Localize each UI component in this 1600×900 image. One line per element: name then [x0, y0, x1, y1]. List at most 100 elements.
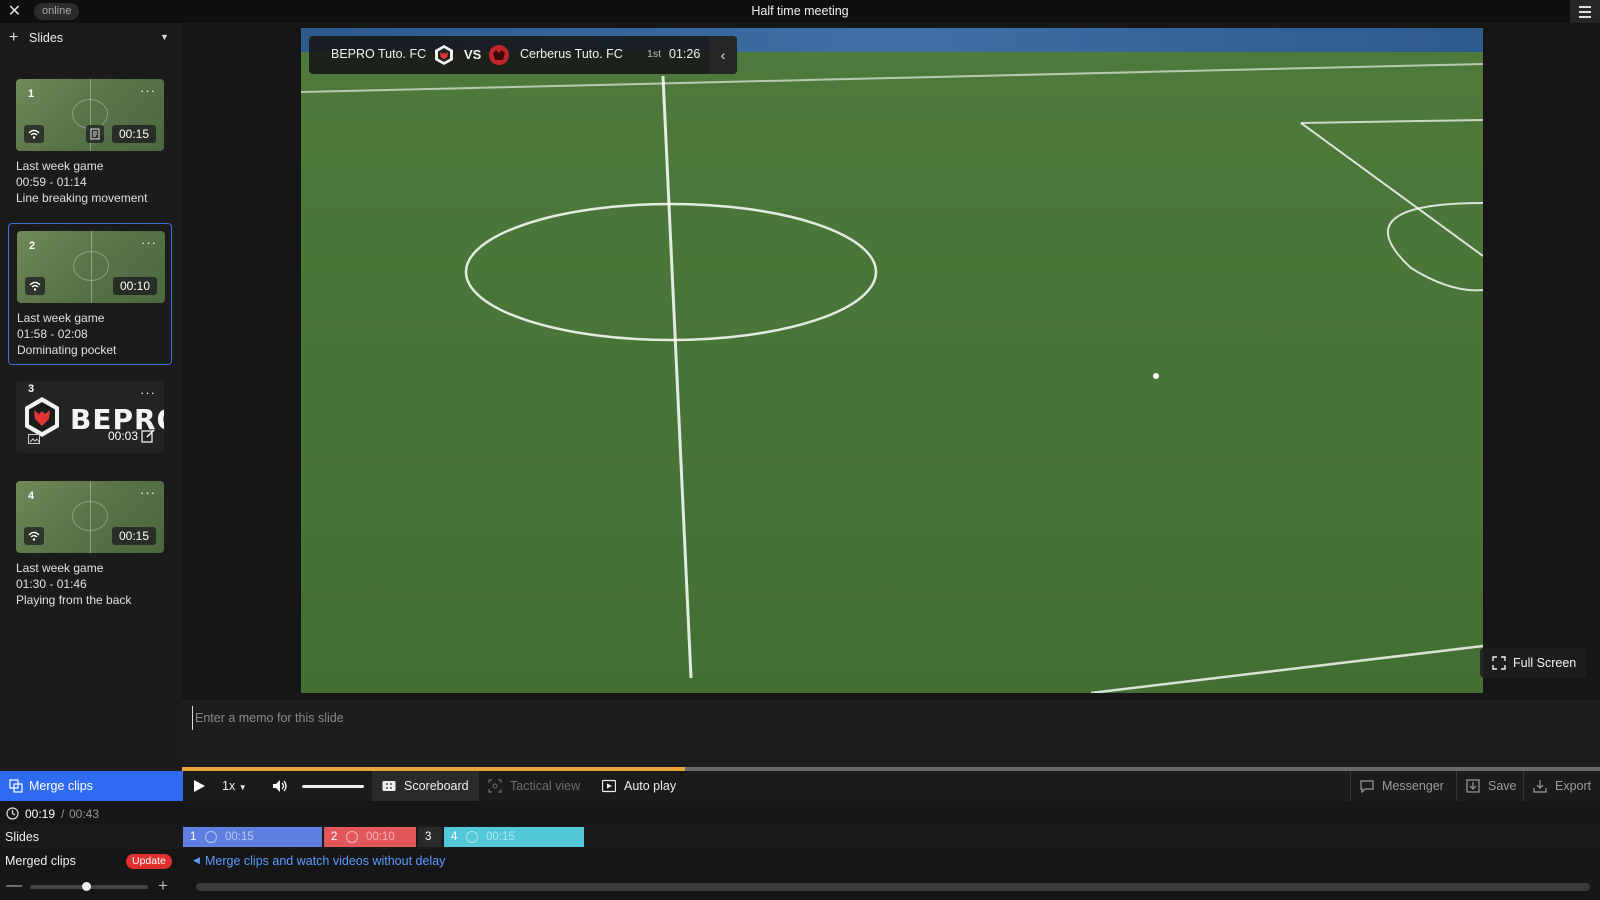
- volume-button[interactable]: [270, 771, 290, 801]
- tactical-view-icon: [488, 779, 502, 793]
- export-label: Export: [1555, 779, 1592, 793]
- segment-number: 2: [331, 831, 338, 843]
- more-options-icon[interactable]: ···: [140, 485, 156, 500]
- auto-play-icon: [602, 779, 616, 793]
- slide-thumbnail[interactable]: BEPRO 3 ··· 00:03: [16, 381, 164, 453]
- slide-number: 1: [28, 88, 35, 100]
- merged-clips-label: Merged clips: [5, 854, 76, 868]
- image-icon: [28, 433, 40, 444]
- player-controls: Merge clips 1x ▼ Scoreboard Tactical vie…: [0, 771, 1600, 801]
- caret-left-icon: ◀: [193, 855, 200, 865]
- timeline-scrollbar[interactable]: [196, 883, 1590, 891]
- slide-range: 01:30 - 01:46: [16, 577, 87, 591]
- slide-number: 3: [28, 383, 35, 395]
- update-badge[interactable]: Update: [126, 854, 172, 869]
- slide-duration: 00:15: [111, 527, 156, 545]
- slide-card-4[interactable]: 4 ··· 00:15 Last week game 01:30 - 01:46…: [8, 475, 172, 615]
- scoreboard-overlay: BEPRO Tuto. FC VS Cerberus Tuto. FC 1st …: [309, 36, 737, 74]
- total-time: 00:43: [69, 807, 100, 821]
- more-options-icon[interactable]: ···: [141, 235, 157, 250]
- fullscreen-button[interactable]: Full Screen: [1480, 648, 1586, 678]
- slide-card-1[interactable]: 1 ··· 00:15 Last week game 00:59 - 01:14…: [8, 73, 172, 213]
- timeline-segment-2[interactable]: 2 00:10: [324, 827, 416, 847]
- merge-hint-link[interactable]: Merge clips and watch videos without del…: [205, 854, 445, 868]
- more-options-icon[interactable]: ···: [140, 83, 156, 98]
- auto-play-toggle[interactable]: Auto play: [592, 771, 686, 801]
- slide-source: Last week game: [16, 159, 104, 173]
- slide-range: 01:58 - 02:08: [17, 327, 88, 341]
- edit-icon[interactable]: [141, 429, 155, 443]
- zoom-out-icon[interactable]: —: [6, 878, 22, 894]
- slide-thumbnail[interactable]: 1 ··· 00:15: [16, 79, 164, 151]
- wifi-icon: [24, 527, 44, 545]
- chevron-down-icon: ▼: [238, 783, 247, 792]
- timeline-segment-4[interactable]: 4 00:15: [444, 827, 584, 847]
- volume-slider[interactable]: [302, 771, 364, 801]
- chevron-down-icon[interactable]: ▼: [160, 32, 169, 42]
- play-icon: [194, 780, 205, 792]
- zoom-slider-handle[interactable]: [82, 882, 91, 891]
- match-half: 1st: [647, 48, 662, 60]
- segment-duration: 00:15: [486, 831, 515, 843]
- slide-thumbnail[interactable]: 2 ··· 00:10: [17, 231, 165, 303]
- speed-select[interactable]: 1x ▼: [222, 771, 258, 801]
- menu-icon[interactable]: [1570, 0, 1600, 23]
- slide-caption: Last week game 00:59 - 01:14 Line breaki…: [16, 158, 147, 206]
- versus-label: VS: [464, 47, 482, 62]
- memo-icon: [86, 125, 104, 143]
- slide-number: 4: [28, 490, 35, 502]
- export-button[interactable]: Export: [1523, 771, 1600, 801]
- timeline-segment-1[interactable]: 1 00:15: [183, 827, 322, 847]
- time-separator: /: [61, 807, 65, 821]
- home-team-crest-icon: [435, 45, 453, 65]
- auto-play-label: Auto play: [624, 779, 677, 793]
- segment-number: 4: [451, 831, 458, 843]
- play-button[interactable]: [188, 771, 210, 801]
- slide-thumbnail[interactable]: 4 ··· 00:15: [16, 481, 164, 553]
- time-display: 00:19 / 00:43: [0, 801, 183, 825]
- slide-number: 2: [29, 240, 36, 252]
- slide-card-2[interactable]: 2 ··· 00:10 Last week game 01:58 - 02:08…: [8, 223, 172, 365]
- segment-number: 1: [190, 831, 197, 843]
- more-options-icon[interactable]: ···: [140, 385, 156, 400]
- fullscreen-icon: [1492, 656, 1506, 670]
- slide-range: 00:59 - 01:14: [16, 175, 87, 189]
- scoreboard-label: Scoreboard: [404, 779, 469, 793]
- messenger-button[interactable]: Messenger: [1350, 771, 1454, 801]
- scoreboard-toggle[interactable]: Scoreboard: [372, 771, 479, 801]
- timeline-segment-3[interactable]: 3: [418, 827, 442, 847]
- fullscreen-label: Full Screen: [1513, 656, 1577, 670]
- tactical-view-toggle[interactable]: Tactical view: [478, 771, 590, 801]
- save-button[interactable]: Save: [1456, 771, 1527, 801]
- merged-clips-track: Merged clips Update ◀ Merge clips and wa…: [0, 849, 1600, 873]
- slides-header[interactable]: + Slides ▼: [0, 23, 182, 53]
- add-slide-icon[interactable]: +: [9, 30, 18, 46]
- slides-header-label: Slides: [29, 31, 64, 45]
- merge-clips-button[interactable]: Merge clips: [0, 771, 183, 801]
- tactical-view-label: Tactical view: [510, 779, 581, 793]
- slide-caption: Last week game 01:58 - 02:08 Dominating …: [17, 310, 116, 358]
- chevron-left-icon[interactable]: ‹: [709, 36, 737, 74]
- slide-name: Playing from the back: [16, 593, 132, 607]
- zoom-in-icon[interactable]: +: [158, 877, 168, 894]
- slide-card-3[interactable]: BEPRO 3 ··· 00:03: [8, 377, 172, 457]
- messenger-label: Messenger: [1382, 779, 1444, 793]
- current-time: 00:19: [25, 807, 56, 821]
- slide-duration: 00:15: [111, 125, 156, 143]
- scoreboard-icon: [382, 781, 396, 791]
- away-team-name: Cerberus Tuto. FC: [520, 47, 623, 61]
- slide-caption: Last week game 01:30 - 01:46 Playing fro…: [16, 560, 131, 608]
- merge-clips-label: Merge clips: [29, 779, 93, 793]
- slide-source: Last week game: [16, 561, 104, 575]
- match-clock: 01:26: [669, 47, 701, 61]
- memo-input[interactable]: [192, 706, 1582, 730]
- video-frame[interactable]: BEPRO Tuto. FC VS Cerberus Tuto. FC 1st …: [301, 28, 1483, 693]
- save-icon: [1466, 779, 1480, 793]
- message-icon: [1360, 780, 1374, 793]
- play-circle-icon: [346, 831, 358, 843]
- window-title: Half time meeting: [751, 4, 849, 18]
- merge-icon: [9, 779, 23, 793]
- slides-track-label: Slides: [5, 830, 40, 844]
- time-ruler: [183, 801, 1600, 825]
- speed-value: 1x: [222, 779, 236, 793]
